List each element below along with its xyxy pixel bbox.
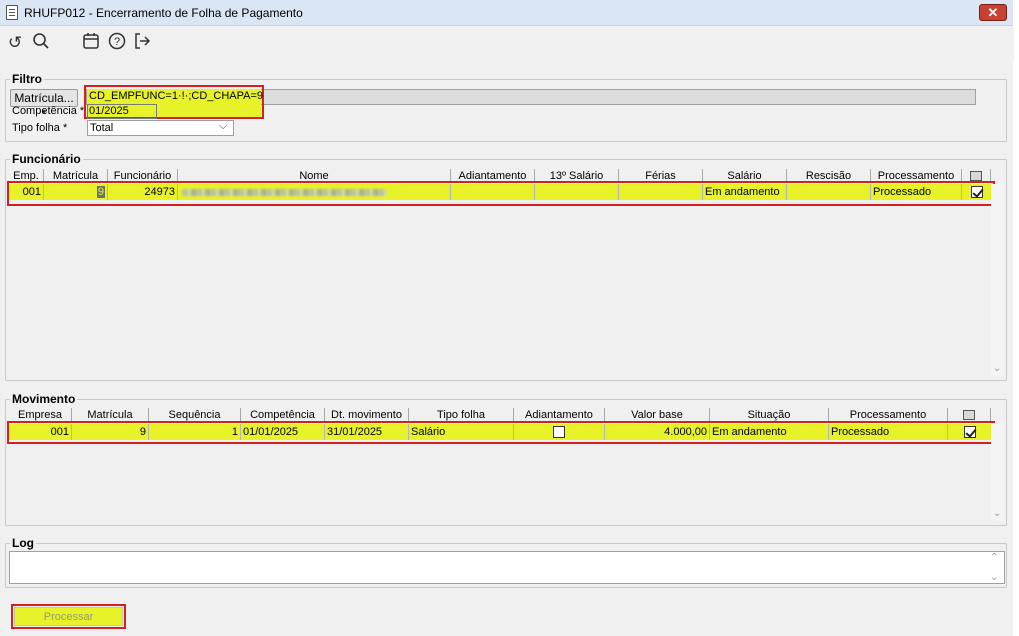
col-tipo-folha[interactable]: Tipo folha bbox=[409, 408, 514, 422]
col-select-all[interactable] bbox=[948, 408, 991, 422]
annotation-box bbox=[11, 604, 126, 629]
matricula-value: CD_EMPFUNC=1·!·;CD_CHAPA=9 bbox=[89, 90, 264, 102]
undo-icon[interactable]: ↺ bbox=[4, 32, 26, 54]
funcionario-label: Funcionário bbox=[10, 152, 83, 166]
log-textarea[interactable] bbox=[9, 551, 1005, 584]
log-scrollbar[interactable]: ⌃ ⌄ bbox=[988, 552, 1002, 583]
close-button[interactable]: ✕ bbox=[979, 4, 1007, 21]
select-all-checkbox[interactable] bbox=[963, 410, 975, 421]
scroll-down-icon[interactable]: ⌄ bbox=[993, 508, 1001, 519]
document-icon bbox=[6, 5, 18, 20]
scroll-down-icon[interactable]: ⌄ bbox=[990, 572, 998, 583]
calendar-icon[interactable] bbox=[80, 32, 102, 54]
window-border bbox=[1013, 0, 1019, 636]
competencia-label: Competência * bbox=[12, 105, 85, 117]
col-processamento[interactable]: Processamento bbox=[829, 408, 948, 422]
competencia-value: 01/2025 bbox=[89, 105, 129, 117]
col-empresa[interactable]: Empresa bbox=[9, 408, 72, 422]
svg-text:?: ? bbox=[114, 36, 120, 48]
movimento-table-header: Empresa Matrícula Sequência Competência … bbox=[9, 408, 991, 422]
col-valor-base[interactable]: Valor base bbox=[605, 408, 710, 422]
funcionario-grid bbox=[9, 184, 991, 376]
col-competencia[interactable]: Competência bbox=[241, 408, 325, 422]
col-situacao[interactable]: Situação bbox=[710, 408, 829, 422]
help-icon[interactable]: ? bbox=[106, 32, 128, 54]
chevron-down-icon: ⌵ bbox=[219, 120, 228, 132]
annotation-box bbox=[7, 181, 995, 206]
log-label: Log bbox=[10, 536, 36, 550]
scroll-down-icon[interactable]: ⌄ bbox=[993, 363, 1001, 374]
col-dt-movimento[interactable]: Dt. movimento bbox=[325, 408, 409, 422]
col-adiantamento[interactable]: Adiantamento bbox=[514, 408, 605, 422]
col-matricula[interactable]: Matrícula bbox=[72, 408, 149, 422]
movimento-scrollbar[interactable]: ⌄ bbox=[991, 423, 1005, 521]
scroll-up-icon[interactable]: ⌃ bbox=[990, 552, 998, 563]
title-bar: RHUFP012 - Encerramento de Folha de Paga… bbox=[0, 0, 1014, 26]
window-title: RHUFP012 - Encerramento de Folha de Paga… bbox=[24, 6, 303, 20]
search-icon[interactable] bbox=[30, 32, 52, 54]
filtro-label: Filtro bbox=[10, 72, 44, 86]
funcionario-scrollbar[interactable]: ⌄ bbox=[991, 184, 1005, 376]
annotation-box bbox=[7, 421, 995, 444]
select-all-checkbox[interactable] bbox=[970, 171, 982, 182]
toolbar: ↺ ? bbox=[0, 27, 1014, 61]
tipo-folha-value: Total bbox=[90, 122, 114, 134]
exit-icon[interactable] bbox=[131, 32, 153, 54]
tipo-folha-select[interactable]: Total ⌵ bbox=[87, 120, 234, 136]
tipo-folha-label: Tipo folha * bbox=[12, 122, 68, 134]
movimento-label: Movimento bbox=[10, 392, 78, 406]
col-sequencia[interactable]: Sequência bbox=[149, 408, 241, 422]
